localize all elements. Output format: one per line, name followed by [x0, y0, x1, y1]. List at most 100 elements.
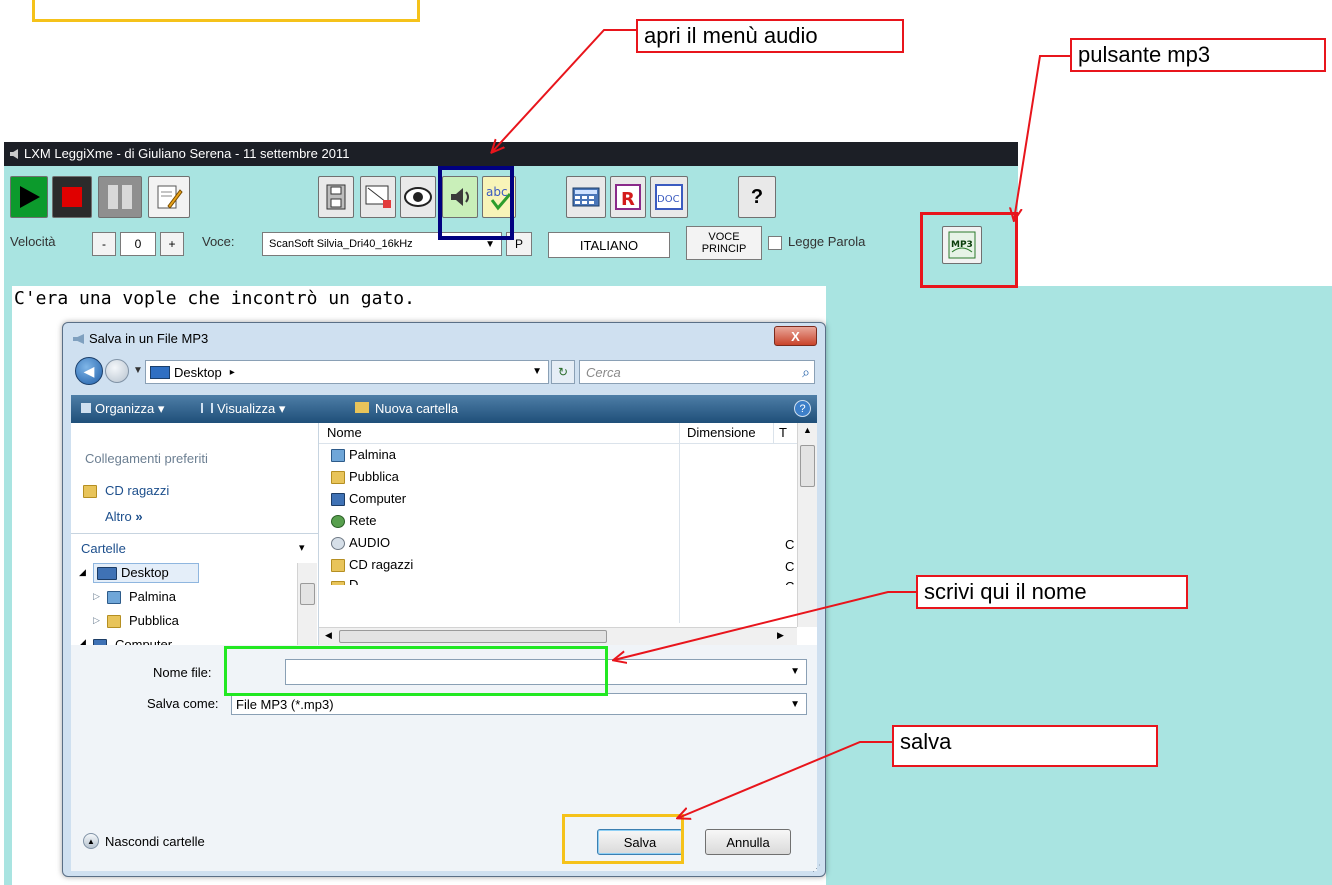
search-input[interactable]: Cerca ⌕: [579, 360, 815, 384]
expand-icon[interactable]: ▷: [93, 615, 100, 626]
horizontal-scrollbar[interactable]: ◀ ▶: [319, 627, 797, 645]
cancel-button[interactable]: Annulla: [705, 829, 791, 855]
search-placeholder: Cerca: [586, 364, 621, 380]
more-link[interactable]: Altro »: [105, 509, 143, 524]
navigation-bar: ◀ ▼ Desktop ▸ ▼ ↻ Cerca ⌕: [71, 357, 817, 387]
new-folder-button[interactable]: Nuova cartella: [355, 401, 458, 416]
save-doc-button[interactable]: [318, 176, 354, 218]
audio-menu-button[interactable]: [442, 176, 478, 218]
organize-icon: [81, 403, 91, 413]
help-button[interactable]: ?: [738, 176, 776, 218]
chevron-down-icon[interactable]: ▾: [299, 541, 305, 554]
back-button[interactable]: ◀: [75, 357, 103, 385]
filename-label: Nome file:: [153, 665, 212, 680]
scroll-up-icon[interactable]: ▲: [803, 425, 812, 435]
resize-grip-icon[interactable]: ⋰: [812, 863, 821, 874]
hide-folders-label: Nascondi cartelle: [105, 833, 205, 849]
close-button[interactable]: X: [774, 326, 817, 346]
divider: [71, 533, 319, 534]
column-header-size[interactable]: Dimensione: [687, 425, 756, 440]
spellcheck-button[interactable]: abc: [482, 176, 516, 218]
desktop-icon: [150, 366, 170, 379]
expand-icon[interactable]: ◢: [79, 567, 86, 578]
view-menu[interactable]: Visualizza ▾: [201, 401, 285, 417]
pause-button[interactable]: [98, 176, 142, 218]
file-list-scrollbar[interactable]: ▲: [797, 423, 817, 627]
svg-text:abc: abc: [486, 185, 508, 199]
address-bar[interactable]: Desktop ▸ ▼: [145, 360, 549, 384]
folder-icon: [83, 485, 97, 498]
filename-input[interactable]: ▼: [285, 659, 807, 685]
folder-icon: [107, 615, 121, 628]
scroll-left-icon[interactable]: ◀: [325, 630, 332, 641]
save-button[interactable]: Salva: [597, 829, 683, 855]
file-name: AUDIO: [349, 535, 391, 550]
speed-label: Velocità: [10, 234, 56, 249]
hide-folders-button[interactable]: ▲ Nascondi cartelle: [83, 833, 205, 849]
tree-item-computer[interactable]: Computer: [115, 637, 172, 645]
header-divider: [319, 443, 817, 444]
arrow-to-audio-menu: [492, 29, 636, 152]
screen-capture-button[interactable]: [360, 176, 396, 218]
document-text: C'era una vople che incontrò un gato.: [14, 288, 415, 309]
chevron-down-icon[interactable]: ▼: [532, 366, 542, 377]
tree-scrollbar[interactable]: [297, 563, 317, 645]
chevron-down-icon[interactable]: ▼: [790, 699, 800, 710]
stop-button[interactable]: [52, 176, 92, 218]
expand-icon[interactable]: ◢: [79, 637, 86, 645]
more-chevron-icon: »: [135, 509, 143, 524]
history-dropdown-icon[interactable]: ▼: [133, 365, 143, 376]
savetype-select[interactable]: File MP3 (*.mp3) ▼: [231, 693, 807, 715]
refresh-button[interactable]: ↻: [551, 360, 575, 384]
p-button[interactable]: P: [506, 232, 532, 256]
scrollbar-thumb[interactable]: [339, 630, 607, 643]
spellcheck-icon: abc: [486, 185, 512, 211]
expand-icon[interactable]: ▷: [93, 591, 100, 602]
main-voice-button[interactable]: VOCE PRINCIP: [686, 226, 762, 260]
search-icon[interactable]: ⌕: [802, 364, 810, 381]
organize-menu[interactable]: Organizza ▾: [81, 401, 164, 417]
file-type: C: [785, 579, 794, 585]
scroll-right-icon[interactable]: ▶: [777, 630, 784, 641]
calculator-button[interactable]: [566, 176, 606, 218]
folder-icon: [331, 559, 345, 572]
voice-label: Voce:: [202, 234, 235, 249]
column-header-type[interactable]: T: [779, 425, 787, 440]
read-word-label: Legge Parola: [788, 234, 866, 249]
main-voice-line2: PRINCIP: [701, 243, 747, 255]
network-icon: [331, 515, 345, 528]
tree-item-pubblica[interactable]: Pubblica: [129, 613, 179, 628]
speed-increase-button[interactable]: +: [160, 232, 184, 256]
scrollbar-thumb[interactable]: [300, 583, 315, 605]
list-item[interactable]: DC: [319, 575, 799, 585]
mp3-button[interactable]: MP3: [942, 226, 982, 264]
speed-decrease-button[interactable]: -: [92, 232, 116, 256]
breadcrumb-separator[interactable]: ▸: [230, 367, 235, 378]
language-field[interactable]: ITALIANO: [548, 232, 670, 258]
dialog-title: Salva in un File MP3: [89, 331, 209, 346]
speed-value[interactable]: 0: [120, 232, 156, 256]
breadcrumb[interactable]: Desktop: [174, 365, 222, 380]
read-word-checkbox[interactable]: [768, 236, 782, 250]
column-header-name[interactable]: Nome: [327, 425, 362, 440]
tree-item-desktop[interactable]: Desktop: [121, 565, 169, 580]
view-button[interactable]: [400, 176, 436, 218]
forward-button[interactable]: [105, 359, 129, 383]
chevron-down-icon[interactable]: ▼: [790, 666, 800, 677]
svg-text:R: R: [621, 189, 635, 210]
edit-button[interactable]: [148, 176, 190, 218]
tree-item-palmina[interactable]: Palmina: [129, 589, 176, 604]
savetype-label: Salva come:: [147, 696, 219, 711]
doc-button[interactable]: DOC: [650, 176, 688, 218]
computer-icon: [331, 493, 345, 506]
play-button[interactable]: [10, 176, 48, 218]
chevron-down-icon: ▼: [485, 239, 495, 250]
favorite-item-cd-ragazzi[interactable]: CD ragazzi: [105, 483, 169, 498]
scrollbar-thumb[interactable]: [800, 445, 815, 487]
rtf-button[interactable]: R: [610, 176, 646, 218]
help-icon[interactable]: ?: [794, 400, 811, 417]
file-name: Rete: [349, 513, 377, 528]
voice-select[interactable]: ScanSoft Silvia_Dri40_16kHz ▼: [262, 232, 502, 256]
folders-header[interactable]: Cartelle: [81, 541, 126, 556]
file-name: Computer: [349, 491, 407, 506]
